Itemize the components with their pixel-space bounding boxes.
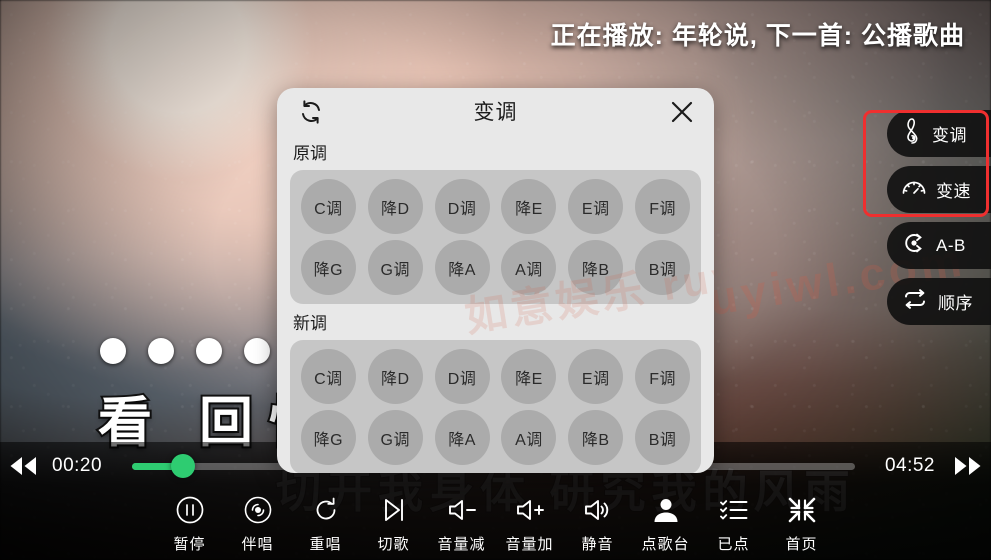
lyric-countdown-dots	[100, 338, 270, 364]
key-button[interactable]: E调	[568, 349, 624, 404]
nav-item-label: 首页	[785, 536, 818, 553]
section-label-original: 原调	[293, 144, 327, 163]
volume-up-icon	[514, 494, 546, 526]
rail-item-label: A-B	[936, 235, 966, 255]
key-button[interactable]: 降G	[300, 410, 356, 465]
key-button[interactable]: A调	[501, 410, 557, 465]
nav-item-label: 音量加	[505, 536, 554, 553]
nav-item-home[interactable]: 首页	[768, 494, 836, 554]
key-button[interactable]: C调	[300, 349, 356, 404]
key-button[interactable]: F调	[635, 179, 691, 234]
key-button[interactable]: 降B	[568, 410, 624, 465]
ab-repeat-icon	[901, 230, 927, 261]
rail-item-label: 变调	[932, 126, 967, 145]
fast-forward-icon[interactable]	[945, 454, 991, 478]
section-label-new: 新调	[293, 314, 327, 333]
progress-thumb[interactable]	[170, 454, 195, 478]
key-button[interactable]: B调	[635, 410, 691, 465]
next-track-icon	[379, 494, 409, 526]
key-grid-new: C调 降D D调 降E E调 F调 降G G调 降A A调 降B B调	[290, 340, 701, 473]
key-grid-original: C调 降D D调 降E E调 F调 降G G调 降A A调 降B B调	[290, 170, 701, 304]
rail-item-tempo[interactable]: 变速	[887, 166, 991, 213]
key-button[interactable]: 降E	[501, 349, 557, 404]
rail-item-play-order[interactable]: 顺序	[887, 278, 991, 325]
nav-item-label: 点歌台	[641, 536, 690, 553]
key-button[interactable]: A调	[501, 240, 557, 295]
key-button[interactable]: 降A	[434, 410, 490, 465]
key-button[interactable]: F调	[635, 349, 691, 404]
key-button[interactable]: E调	[568, 179, 624, 234]
mute-icon	[582, 494, 614, 526]
person-icon	[651, 494, 681, 526]
nav-item-song-station[interactable]: 点歌台	[632, 494, 700, 554]
key-button[interactable]: 降D	[367, 349, 423, 404]
bottom-nav-row: 暂停 伴唱 重唱 切歌 音量减 音量加 静音 点歌台 已点 首页	[0, 494, 991, 554]
pitch-change-dialog: 变调 原调 C调 降D D调 降E E调 F调 降G G调 降A A调 降B B…	[277, 88, 714, 473]
refresh-icon[interactable]	[297, 98, 325, 126]
close-icon[interactable]	[668, 98, 696, 126]
speedometer-icon	[901, 175, 927, 204]
nav-item-volume-down[interactable]: 音量减	[428, 494, 496, 554]
now-playing-banner: 正在播放: 年轮说, 下一首: 公播歌曲	[550, 22, 965, 50]
dialog-header: 变调	[277, 88, 714, 134]
key-button[interactable]: 降A	[434, 240, 490, 295]
nav-item-label: 重唱	[309, 536, 342, 553]
tool-rail: 变调 变速 A-B 顺序	[881, 110, 991, 325]
key-button[interactable]: G调	[367, 410, 423, 465]
current-time: 00:20	[52, 455, 103, 476]
nav-item-label: 伴唱	[241, 536, 274, 553]
nav-item-replay[interactable]: 重唱	[292, 494, 360, 554]
accompaniment-icon	[243, 494, 273, 526]
rail-item-ab-repeat[interactable]: A-B	[887, 222, 991, 269]
nav-item-queued[interactable]: 已点	[700, 494, 768, 554]
nav-item-label: 切歌	[377, 536, 410, 553]
rail-item-label: 变速	[936, 182, 971, 201]
replay-icon	[311, 494, 341, 526]
nav-item-label: 已点	[717, 536, 750, 553]
key-button[interactable]: 降B	[568, 240, 624, 295]
home-compress-icon	[787, 494, 817, 526]
nav-item-accompaniment[interactable]: 伴唱	[224, 494, 292, 554]
nav-item-label: 音量减	[437, 536, 486, 553]
key-button[interactable]: D调	[434, 179, 490, 234]
total-time: 04:52	[884, 455, 935, 476]
checklist-icon	[719, 494, 749, 526]
key-button[interactable]: D调	[434, 349, 490, 404]
nav-item-next-song[interactable]: 切歌	[360, 494, 428, 554]
rail-item-pitch[interactable]: 变调	[887, 110, 991, 157]
dialog-title: 变调	[473, 101, 518, 124]
repeat-icon	[901, 288, 929, 315]
key-button[interactable]: G调	[367, 240, 423, 295]
karaoke-player-screen: 正在播放: 年轮说, 下一首: 公播歌曲 看 回忆 切开我身体 研究我的风雨 如…	[0, 0, 991, 560]
key-button[interactable]: C调	[300, 179, 356, 234]
treble-clef-icon	[901, 117, 923, 150]
key-button[interactable]: 降E	[501, 179, 557, 234]
nav-item-label: 暂停	[173, 536, 206, 553]
key-button[interactable]: 降D	[367, 179, 423, 234]
nav-item-pause[interactable]: 暂停	[156, 494, 224, 554]
volume-down-icon	[446, 494, 478, 526]
key-button[interactable]: 降G	[300, 240, 356, 295]
rail-item-label: 顺序	[938, 294, 973, 313]
pause-icon	[175, 494, 205, 526]
rewind-icon[interactable]	[0, 454, 46, 478]
nav-item-label: 静音	[581, 536, 614, 553]
key-button[interactable]: B调	[635, 240, 691, 295]
nav-item-volume-up[interactable]: 音量加	[496, 494, 564, 554]
nav-item-mute[interactable]: 静音	[564, 494, 632, 554]
